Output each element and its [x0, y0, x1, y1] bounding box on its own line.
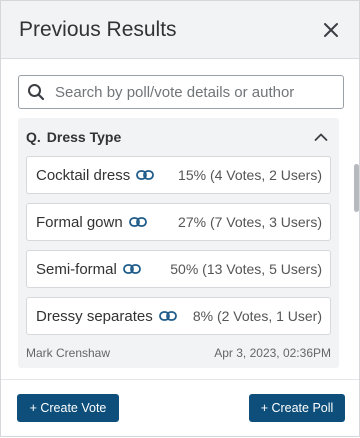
option-stat: 50% (13 Votes, 5 Users)	[170, 261, 322, 277]
link-icon[interactable]	[122, 263, 141, 275]
results-list[interactable]: Q. Dress Type Cocktail dress 15% (4 Votes…	[18, 118, 339, 370]
scrollbar[interactable]	[354, 138, 359, 370]
option-row: Semi-formal 50% (13 Votes, 5 Users)	[26, 250, 331, 288]
option-label: Formal gown	[36, 213, 123, 231]
link-icon[interactable]	[158, 310, 177, 322]
search-box[interactable]	[18, 75, 344, 109]
question-text: Dress Type	[46, 129, 122, 145]
create-vote-button[interactable]: + Create Vote	[17, 394, 119, 422]
panel-title: Previous Results	[19, 17, 177, 41]
question-title: Q. Dress Type	[26, 129, 121, 145]
link-icon[interactable]	[128, 216, 147, 228]
option-row: Formal gown 27% (7 Votes, 3 Users)	[26, 203, 331, 241]
option-label: Dressy separates	[36, 307, 153, 325]
option-row: Dressy separates 8% (2 Votes, 1 User)	[26, 297, 331, 335]
previous-results-panel: Previous Results Q. Dress Type	[0, 0, 360, 437]
option-row: Cocktail dress 15% (4 Votes, 2 Users)	[26, 156, 331, 194]
link-icon[interactable]	[136, 169, 155, 181]
option-stat: 8% (2 Votes, 1 User)	[192, 308, 322, 324]
create-poll-button[interactable]: + Create Poll	[249, 394, 345, 422]
panel-footer: + Create Vote + Create Poll	[1, 379, 359, 438]
search-input[interactable]	[53, 82, 343, 102]
author-name: Mark Crenshaw	[26, 346, 111, 360]
close-icon	[324, 22, 338, 37]
option-label: Semi-formal	[36, 260, 117, 278]
timestamp: Apr 3, 2023, 02:36PM	[214, 346, 331, 360]
option-stat: 27% (7 Votes, 3 Users)	[178, 214, 322, 230]
question-meta: Mark Crenshaw Apr 3, 2023, 02:36PM	[26, 344, 331, 360]
search-icon	[28, 84, 45, 101]
question-prefix: Q.	[26, 129, 41, 145]
option-label: Cocktail dress	[36, 166, 131, 184]
scrollbar-thumb[interactable]	[354, 164, 359, 212]
panel-header: Previous Results	[1, 1, 359, 59]
chevron-up-icon	[314, 133, 328, 141]
close-button[interactable]	[321, 20, 341, 40]
collapse-button[interactable]	[313, 129, 329, 145]
question-header[interactable]: Q. Dress Type	[26, 118, 331, 156]
question-card: Q. Dress Type Cocktail dress 15% (4 Votes…	[18, 118, 339, 368]
option-stat: 15% (4 Votes, 2 Users)	[178, 167, 322, 183]
